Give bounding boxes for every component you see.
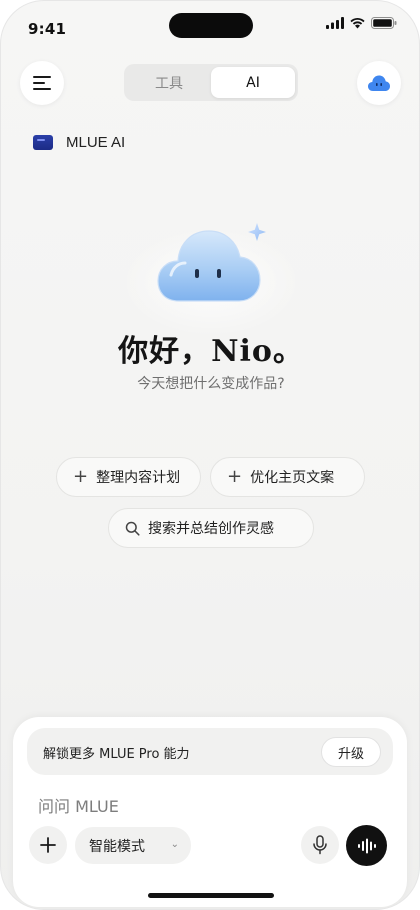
phone-screen: 9:41 工具 AI MLUE AI 你好，Nio。 今天想把什么变成作品? +… — [0, 0, 420, 910]
promo-text: 解锁更多 MLUE Pro 能力 — [43, 747, 190, 762]
status-bar: 9:41 — [1, 1, 419, 51]
status-time: 9:41 — [28, 20, 67, 38]
plus-icon: + — [73, 466, 89, 487]
status-icons — [326, 17, 397, 29]
greeting-title: 你好，Nio。 — [118, 334, 304, 369]
signal-icon — [326, 17, 344, 29]
upgrade-button[interactable]: 升级 — [321, 737, 381, 767]
attach-button[interactable] — [29, 826, 67, 864]
message-input[interactable]: 问问 MLUE — [38, 793, 119, 817]
search-icon — [125, 521, 140, 536]
plus-icon — [40, 837, 56, 853]
cloud-face-icon — [368, 75, 390, 91]
wifi-icon — [350, 17, 365, 29]
sound-wave-icon — [357, 838, 376, 853]
profile-button[interactable] — [357, 61, 401, 105]
suggestion-chip-copy[interactable]: + 优化主页文案 — [210, 457, 365, 497]
chevron-down-icon: ⌄ — [170, 839, 179, 850]
hamburger-menu-icon — [33, 76, 51, 90]
home-indicator[interactable] — [148, 893, 274, 898]
tab-tools[interactable]: 工具 — [127, 67, 211, 98]
microphone-icon — [313, 835, 327, 855]
suggestion-label: 优化主页文案 — [250, 470, 335, 486]
mode-selector[interactable]: 智能模式 ⌄ — [75, 827, 191, 864]
battery-icon — [371, 17, 397, 29]
microphone-button[interactable] — [301, 826, 339, 864]
suggestion-label: 搜索并总结创作灵感 — [148, 521, 274, 537]
cloud-mascot-icon — [157, 223, 266, 302]
brand-name: MLUE AI — [66, 134, 126, 151]
plus-icon: + — [227, 466, 243, 487]
menu-button[interactable] — [20, 61, 64, 105]
voice-mode-button[interactable] — [346, 825, 387, 866]
mode-segmented-control: 工具 AI — [124, 64, 298, 101]
tab-ai[interactable]: AI — [211, 67, 295, 98]
composer-panel: 解锁更多 MLUE Pro 能力 升级 问问 MLUE 智能模式 ⌄ — [13, 717, 407, 907]
suggestion-label: 整理内容计划 — [96, 470, 181, 486]
pro-promo-banner: 解锁更多 MLUE Pro 能力 升级 — [27, 728, 393, 775]
suggestion-chip-search[interactable]: 搜索并总结创作灵感 — [108, 508, 314, 548]
brand-logo-icon — [33, 135, 53, 150]
mode-label: 智能模式 — [89, 838, 145, 855]
dynamic-island — [169, 13, 253, 38]
brand-header: MLUE AI — [33, 134, 125, 151]
greeting-subtitle: 今天想把什么变成作品? — [137, 376, 285, 392]
suggestion-chip-plan[interactable]: + 整理内容计划 — [56, 457, 201, 497]
